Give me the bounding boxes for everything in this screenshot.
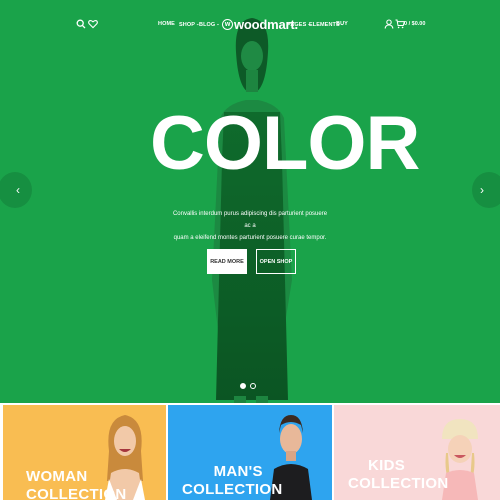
nav-pages[interactable]: PAGES⌄ xyxy=(287,21,311,28)
hero-slider: HOME SHOP⌄ BLOG⌄ w woodmart. PAGES⌄ ELEM… xyxy=(0,0,500,403)
user-icon[interactable] xyxy=(384,19,394,29)
collection-title-line: COLLECTION xyxy=(26,486,127,500)
site-header: HOME SHOP⌄ BLOG⌄ w woodmart. PAGES⌄ ELEM… xyxy=(0,0,500,48)
woman-collection-title: WOMAN COLLECTION xyxy=(26,468,127,500)
slider-next-arrow[interactable]: › xyxy=(472,172,500,208)
chevron-right-icon: › xyxy=(480,183,484,197)
heart-icon[interactable] xyxy=(88,19,98,29)
nav-buy[interactable]: BUY xyxy=(336,21,348,27)
hero-headline: COLOR xyxy=(150,101,420,186)
collection-title-line: KIDS xyxy=(368,457,406,474)
cart-total[interactable]: 0 / $0.00 xyxy=(404,21,425,27)
nav-shop[interactable]: SHOP⌄ xyxy=(179,21,199,28)
collection-title-line: MAN'S xyxy=(213,463,263,480)
logo-mark-icon: w xyxy=(222,18,233,30)
hero-subtext: Convallis interdum purus adipiscing dis … xyxy=(170,208,330,244)
read-more-button[interactable]: READ MORE xyxy=(207,249,247,274)
collection-title-line: WOMAN xyxy=(26,468,88,485)
slider-dot[interactable] xyxy=(250,383,256,389)
slider-prev-arrow[interactable]: ‹ xyxy=(0,172,32,208)
nav-blog[interactable]: BLOG⌄ xyxy=(199,21,220,28)
kids-collection-title: KIDS COLLECTION xyxy=(348,457,449,493)
open-shop-button[interactable]: OPEN SHOP xyxy=(256,249,296,274)
slider-dot[interactable] xyxy=(240,383,246,389)
hero-model-image xyxy=(212,18,292,403)
slider-pagination xyxy=(240,383,256,389)
nav-home[interactable]: HOME xyxy=(158,21,175,27)
search-icon[interactable] xyxy=(76,19,86,29)
chevron-left-icon: ‹ xyxy=(16,183,20,197)
man-collection-title: MAN'S COLLECTION xyxy=(182,463,283,499)
woman-collection-banner[interactable]: WOMAN COLLECTION xyxy=(3,405,166,500)
collection-title-line: COLLECTION xyxy=(348,475,449,492)
kids-collection-banner[interactable]: KIDS COLLECTION xyxy=(334,405,500,500)
hero-subtext-line: Convallis interdum purus adipiscing dis … xyxy=(172,211,328,229)
hero-subtext-line: quam a eleifend montes parturient posuer… xyxy=(173,235,327,241)
collection-title-line: COLLECTION xyxy=(182,481,283,498)
chevron-down-icon: ⌄ xyxy=(216,21,220,26)
man-collection-banner[interactable]: MAN'S COLLECTION xyxy=(168,405,332,500)
